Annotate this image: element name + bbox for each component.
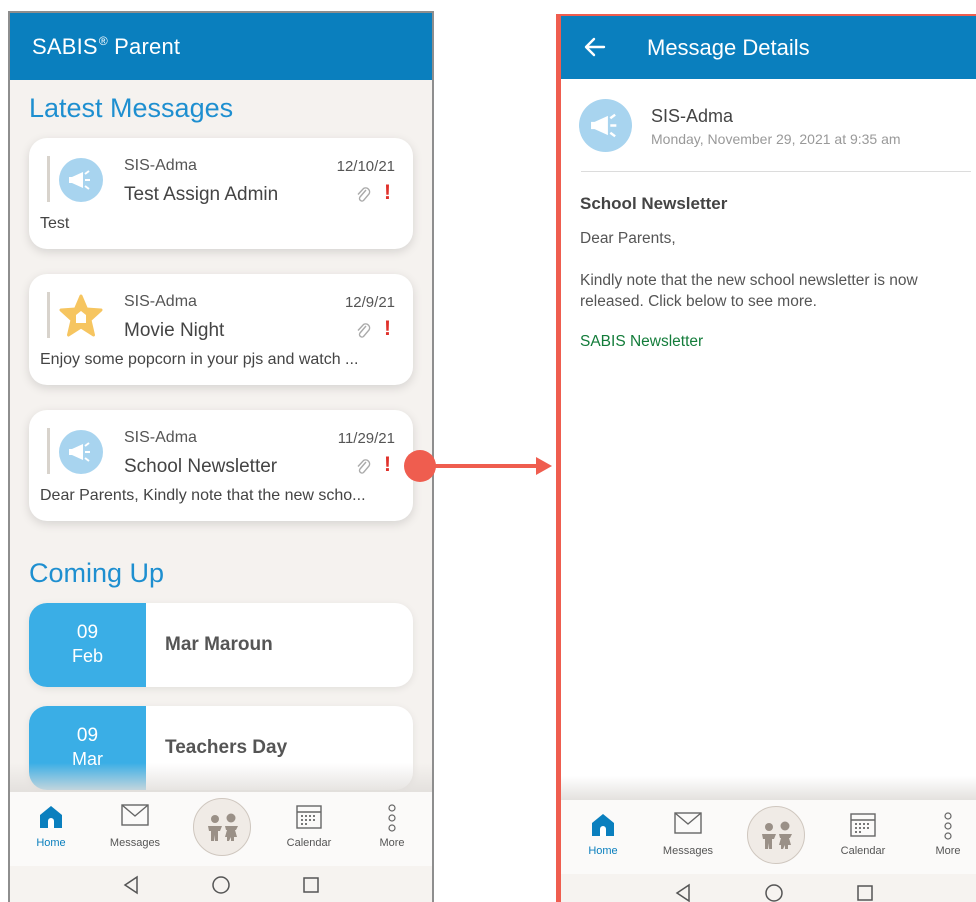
tab-calendar[interactable]: Calendar xyxy=(274,792,344,866)
body-greeting: Dear Parents, xyxy=(580,230,676,247)
app-title: SABIS® Parent xyxy=(32,34,180,60)
envelope-icon xyxy=(121,804,149,826)
detail-date: Monday, November 29, 2021 at 9:35 am xyxy=(651,131,901,147)
tab-more-label: More xyxy=(935,845,961,857)
important-icon: ! xyxy=(384,181,391,204)
scroll-fade xyxy=(10,763,432,793)
nav-recents-icon[interactable] xyxy=(302,875,320,895)
tab-calendar-label: Calendar xyxy=(286,837,332,849)
tab-more[interactable]: More xyxy=(913,800,976,874)
message-date: 11/29/21 xyxy=(337,430,395,447)
nav-home-icon[interactable] xyxy=(211,875,231,895)
coming-up-title: Coming Up xyxy=(29,558,165,588)
card-accent-bar xyxy=(47,292,50,338)
app-bar: SABIS® Parent xyxy=(10,13,432,80)
system-nav-bar xyxy=(561,874,976,902)
megaphone-icon xyxy=(579,99,632,152)
message-card[interactable]: SIS-Adma 11/29/21 School Newsletter ! De… xyxy=(29,410,413,521)
card-accent-bar xyxy=(47,428,50,474)
registered-mark: ® xyxy=(98,34,108,48)
tab-calendar[interactable]: Calendar xyxy=(828,800,898,874)
kids-icon xyxy=(762,821,792,849)
app-title-suffix: Parent xyxy=(107,34,181,59)
tab-more-label: More xyxy=(379,837,405,849)
megaphone-icon xyxy=(59,158,103,202)
important-icon: ! xyxy=(384,453,391,476)
tab-home-label: Home xyxy=(588,845,618,857)
detail-subject: School Newsletter xyxy=(580,194,728,213)
nav-home-icon[interactable] xyxy=(764,883,784,902)
detail-body: Dear Parents, Kindly note that the new s… xyxy=(580,228,970,333)
bottom-tab-bar: Home Messages Calendar More xyxy=(561,800,976,874)
event-card[interactable]: 09 Feb Mar Maroun xyxy=(29,603,413,687)
megaphone-icon xyxy=(59,430,103,474)
tab-calendar-label: Calendar xyxy=(840,845,886,857)
message-subject: Test Assign Admin xyxy=(124,184,279,205)
message-preview: Test xyxy=(40,215,70,232)
star-icon xyxy=(59,294,103,337)
calendar-icon xyxy=(850,813,876,837)
header-divider xyxy=(581,171,971,172)
message-date: 12/9/21 xyxy=(344,294,395,311)
body-text: Kindly note that the new school newslett… xyxy=(580,272,918,310)
more-vertical-icon xyxy=(944,812,952,840)
back-arrow-icon[interactable] xyxy=(583,35,607,59)
home-icon xyxy=(40,806,62,828)
event-month: Feb xyxy=(71,646,104,666)
event-name: Teachers Day xyxy=(165,737,288,758)
message-subject: Movie Night xyxy=(124,320,225,341)
nav-back-icon[interactable] xyxy=(674,883,692,902)
latest-messages-title: Latest Messages xyxy=(29,93,234,123)
message-details-screen: Message Details SIS-Adma Monday, Novembe… xyxy=(556,14,976,902)
event-name: Mar Maroun xyxy=(165,634,273,655)
message-preview: Enjoy some popcorn in your pjs and watch… xyxy=(40,351,359,368)
kids-center-button[interactable] xyxy=(747,806,805,864)
tab-more[interactable]: More xyxy=(357,792,427,866)
envelope-icon xyxy=(674,812,702,834)
tab-home[interactable]: Home xyxy=(16,792,86,866)
important-icon: ! xyxy=(384,317,391,340)
card-accent-bar xyxy=(47,156,50,202)
arrow-head xyxy=(536,457,552,475)
message-card[interactable]: SIS-Adma 12/10/21 Test Assign Admin ! Te… xyxy=(29,138,413,249)
detail-sender: SIS-Adma xyxy=(651,106,734,126)
message-subject: School Newsletter xyxy=(124,456,278,477)
scroll-fade xyxy=(561,776,976,800)
message-sender: SIS-Adma xyxy=(124,157,197,174)
home-screen: SABIS® Parent Latest Messages SIS-Adma 1… xyxy=(8,11,434,902)
tab-messages-label: Messages xyxy=(662,845,714,857)
message-date: 12/10/21 xyxy=(336,158,395,175)
app-title-brand: SABIS xyxy=(32,34,98,59)
tab-home[interactable]: Home xyxy=(568,800,638,874)
message-sender: SIS-Adma xyxy=(124,429,197,446)
attachment-icon xyxy=(357,459,371,474)
attachment-icon xyxy=(357,323,371,338)
tab-home-label: Home xyxy=(36,837,66,849)
message-card[interactable]: SIS-Adma 12/9/21 Movie Night ! Enjoy som… xyxy=(29,274,413,385)
more-vertical-icon xyxy=(388,804,396,832)
event-date-box: 09 Feb xyxy=(29,603,146,687)
tab-messages-label: Messages xyxy=(109,837,161,849)
tab-messages[interactable]: Messages xyxy=(653,800,723,874)
event-day: 09 xyxy=(76,622,99,643)
message-preview: Dear Parents, Kindly note that the new s… xyxy=(40,487,366,504)
newsletter-link[interactable]: SABIS Newsletter xyxy=(580,333,703,351)
details-app-bar: Message Details xyxy=(561,16,976,79)
details-title: Message Details xyxy=(647,35,810,60)
tab-messages[interactable]: Messages xyxy=(100,792,170,866)
attachment-icon xyxy=(357,187,371,202)
arrow-origin-dot xyxy=(404,450,436,482)
nav-back-icon[interactable] xyxy=(122,875,140,895)
kids-center-button[interactable] xyxy=(193,798,251,856)
calendar-icon xyxy=(296,805,322,829)
home-icon xyxy=(592,814,614,836)
bottom-tab-bar: Home Messages Calendar More xyxy=(10,792,432,866)
kids-icon xyxy=(208,813,238,841)
arrow-connector xyxy=(430,464,538,468)
message-sender: SIS-Adma xyxy=(124,293,197,310)
nav-recents-icon[interactable] xyxy=(856,883,874,902)
system-nav-bar xyxy=(10,866,432,902)
event-day: 09 xyxy=(76,725,99,746)
